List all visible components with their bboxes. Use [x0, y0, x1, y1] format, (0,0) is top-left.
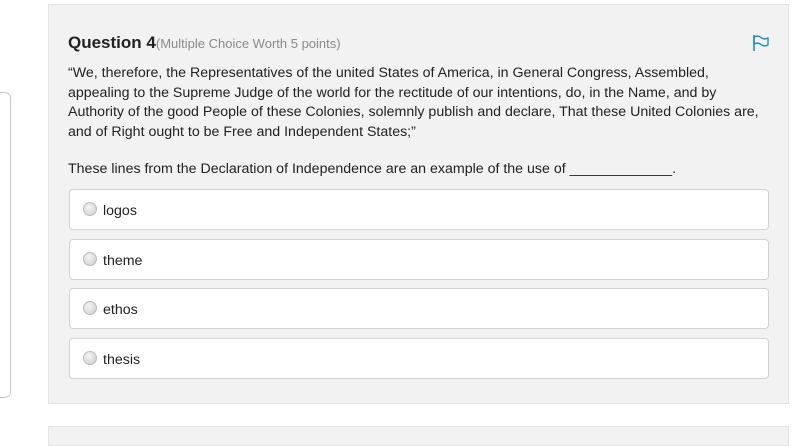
question-number: Question 4	[68, 33, 156, 52]
question-card: Question 4(Multiple Choice Worth 5 point…	[48, 4, 789, 404]
question-prompt: These lines from the Declaration of Inde…	[68, 161, 677, 177]
answer-options: logos theme ethos thesis	[69, 189, 769, 387]
radio-button[interactable]	[83, 301, 97, 315]
option-label: thesis	[103, 351, 141, 368]
radio-button[interactable]	[83, 251, 97, 266]
answer-option-thesis[interactable]: thesis	[69, 337, 769, 379]
question-header: Question 4(Multiple Choice Worth 5 point…	[68, 33, 341, 53]
option-label: theme	[103, 252, 143, 269]
radio-button[interactable]	[83, 202, 97, 216]
option-label: ethos	[103, 302, 138, 318]
side-panel	[0, 92, 11, 398]
answer-option-theme[interactable]: theme	[69, 238, 769, 280]
radio-button[interactable]	[83, 350, 97, 365]
next-question-card	[48, 426, 789, 446]
answer-option-ethos[interactable]: ethos	[69, 288, 769, 329]
question-quote: “We, therefore, the Representatives of t…	[68, 65, 759, 140]
flag-icon[interactable]	[752, 34, 770, 52]
answer-option-logos[interactable]: logos	[69, 189, 769, 230]
option-label: logos	[103, 203, 137, 219]
question-worth: (Multiple Choice Worth 5 points)	[155, 36, 341, 51]
